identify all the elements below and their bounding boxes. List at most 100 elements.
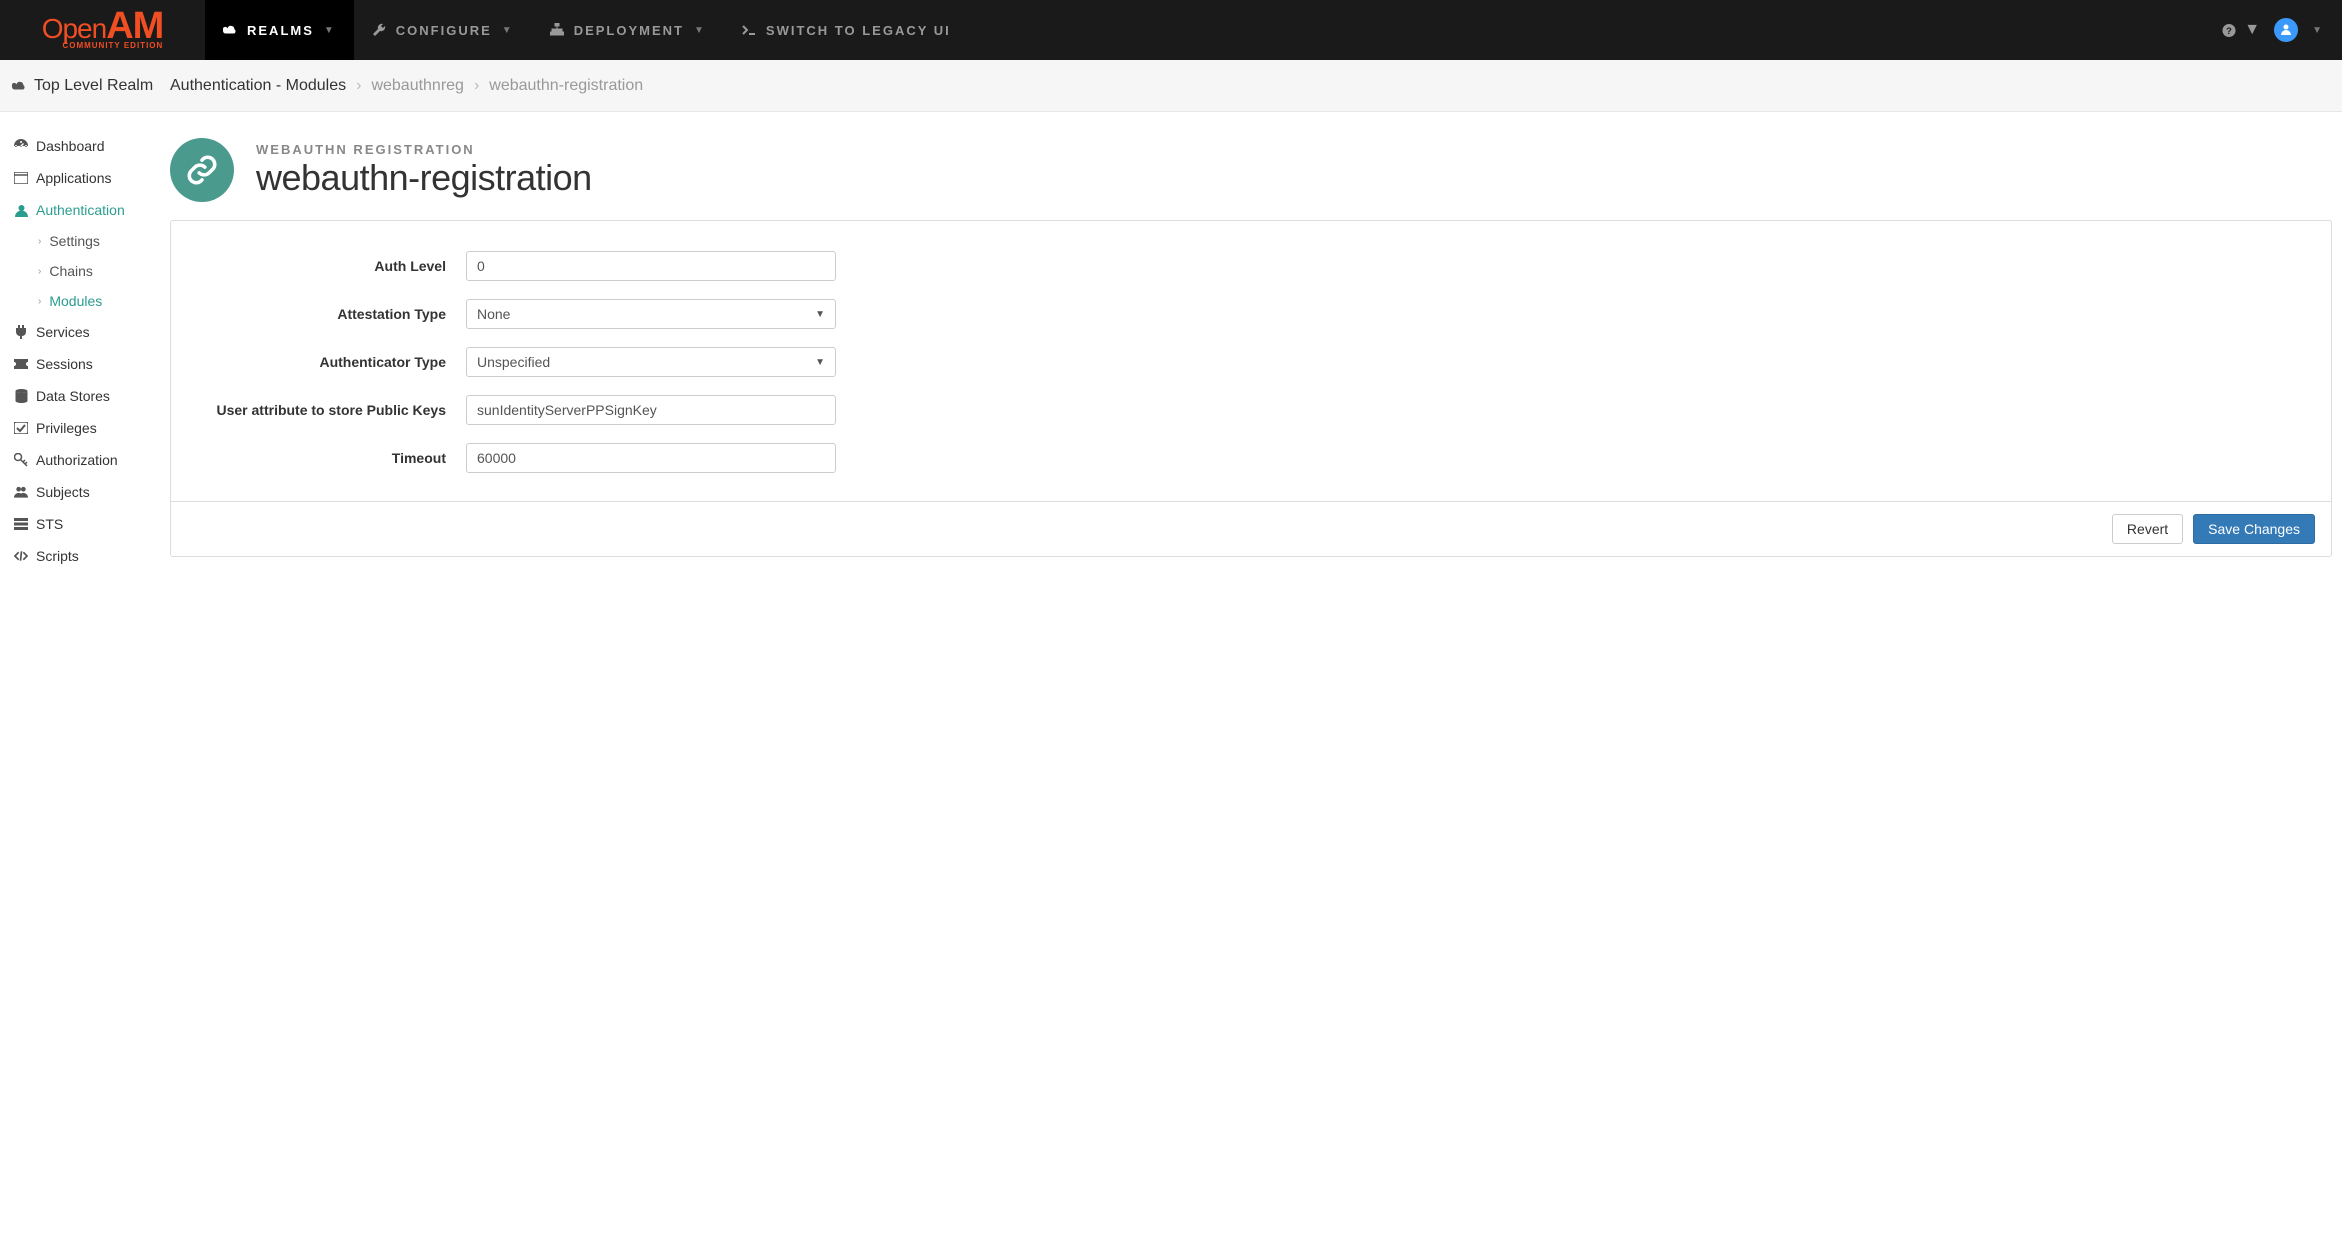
form-footer: Revert Save Changes [171,501,2331,556]
form-row-timeout: Timeout [191,443,2311,473]
user-button[interactable] [2274,18,2298,42]
user-icon [14,203,28,217]
revert-button[interactable]: Revert [2112,514,2183,544]
sidebar-label: Dashboard [36,138,105,154]
sidebar-label: Services [36,324,90,340]
breadcrumb-bar: Top Level Realm Authentication - Modules… [0,60,2342,112]
select-attestation-type[interactable]: None ▼ [466,299,836,329]
caret-down-icon: ▼ [502,25,514,36]
save-button[interactable]: Save Changes [2193,514,2315,544]
caret-down-icon: ▼ [815,357,825,368]
chevron-right-icon: › [38,296,41,307]
sidebar-label: Scripts [36,548,79,564]
sidebar-auth-submenu: › Settings › Chains › Modules [10,226,170,316]
input-auth-level[interactable] [466,251,836,281]
nav-deployment-label: DEPLOYMENT [574,23,684,38]
main-layout: Dashboard Applications Authentication › … [0,112,2342,577]
nav-realms[interactable]: REALMS ▼ [205,0,354,60]
check-icon [14,421,28,435]
sidebar-item-authentication[interactable]: Authentication [10,194,170,226]
sidebar-label: Subjects [36,484,90,500]
sidebar-label: Data Stores [36,388,110,404]
caret-down-icon: ▼ [694,25,706,36]
sidebar-sub-label: Chains [49,263,93,279]
input-publickey-attr[interactable] [466,395,836,425]
caret-down-icon: ▼ [324,25,336,36]
sidebar-sub-modules[interactable]: › Modules [34,286,170,316]
form-row-auth-level: Auth Level [191,251,2311,281]
nav-items: REALMS ▼ CONFIGURE ▼ DEPLOYMENT ▼ SWITCH… [205,0,2222,60]
dashboard-icon [14,139,28,153]
sidebar-label: Privileges [36,420,97,436]
select-value: None [477,306,510,322]
nav-right: ? ▼ ▼ [2222,18,2342,42]
sidebar-item-scripts[interactable]: Scripts [10,540,170,572]
caret-down-icon: ▼ [2244,21,2260,39]
nav-configure[interactable]: CONFIGURE ▼ [354,0,532,60]
sidebar-item-dashboard[interactable]: Dashboard [10,130,170,162]
help-button[interactable]: ? ▼ [2222,21,2260,39]
key-icon [14,453,28,467]
plug-icon [14,325,28,339]
ticket-icon [14,357,28,371]
form-row-authenticator-type: Authenticator Type Unspecified ▼ [191,347,2311,377]
label-timeout: Timeout [191,450,466,466]
select-authenticator-type[interactable]: Unspecified ▼ [466,347,836,377]
wrench-icon [372,23,386,37]
help-icon: ? [2222,23,2236,37]
terminal-icon [742,23,756,37]
svg-text:?: ? [2226,25,2232,35]
sidebar-item-applications[interactable]: Applications [10,162,170,194]
nav-legacy[interactable]: SWITCH TO LEGACY UI [724,0,969,60]
sidebar-label: Sessions [36,356,93,372]
sidebar-sub-settings[interactable]: › Settings [34,226,170,256]
breadcrumb-root[interactable]: Authentication - Modules [170,77,346,95]
chevron-right-icon: › [38,236,41,247]
sidebar-item-sts[interactable]: STS [10,508,170,540]
caret-down-icon[interactable]: ▼ [2312,25,2322,36]
label-authenticator-type: Authenticator Type [191,354,466,370]
link-icon [170,138,234,202]
sitemap-icon [550,23,564,37]
sidebar: Dashboard Applications Authentication › … [0,112,170,577]
realm-label: Top Level Realm [0,77,170,95]
breadcrumb: Authentication - Modules › webauthnreg ›… [170,77,643,95]
chevron-right-icon: › [38,266,41,277]
sidebar-label: Authorization [36,452,118,468]
sidebar-item-privileges[interactable]: Privileges [10,412,170,444]
page-title: webauthn-registration [256,157,592,199]
sidebar-label: Applications [36,170,112,186]
form-body: Auth Level Attestation Type None ▼ Authe… [171,221,2331,501]
logo-subtitle: COMMUNITY EDITION [62,43,163,50]
sidebar-sub-label: Modules [49,293,102,309]
breadcrumb-leaf: webauthn-registration [489,77,643,95]
sidebar-label: STS [36,516,63,532]
page-header: WEBAUTHN REGISTRATION webauthn-registrat… [170,138,2332,202]
label-auth-level: Auth Level [191,258,466,274]
sidebar-sub-label: Settings [49,233,100,249]
form-row-publickey-attr: User attribute to store Public Keys [191,395,2311,425]
input-timeout[interactable] [466,443,836,473]
form-panel: Auth Level Attestation Type None ▼ Authe… [170,220,2332,557]
top-navbar: OpenAM COMMUNITY EDITION REALMS ▼ CONFIG… [0,0,2342,60]
sidebar-label: Authentication [36,202,125,218]
applications-icon [14,171,28,185]
sidebar-sub-chains[interactable]: › Chains [34,256,170,286]
sidebar-item-datastores[interactable]: Data Stores [10,380,170,412]
content-area: WEBAUTHN REGISTRATION webauthn-registrat… [170,112,2342,577]
nav-deployment[interactable]: DEPLOYMENT ▼ [532,0,724,60]
cloud-icon [223,23,237,37]
chevron-right-icon: › [356,77,361,95]
nav-configure-label: CONFIGURE [396,23,492,38]
server-icon [14,517,28,531]
sidebar-item-authorization[interactable]: Authorization [10,444,170,476]
sidebar-item-services[interactable]: Services [10,316,170,348]
breadcrumb-mid: webauthnreg [371,77,464,95]
nav-legacy-label: SWITCH TO LEGACY UI [766,23,951,38]
nav-realms-label: REALMS [247,23,314,38]
user-icon [2280,23,2292,38]
logo[interactable]: OpenAM COMMUNITY EDITION [0,0,205,60]
sidebar-item-subjects[interactable]: Subjects [10,476,170,508]
sidebar-item-sessions[interactable]: Sessions [10,348,170,380]
page-subtitle: WEBAUTHN REGISTRATION [256,142,592,157]
